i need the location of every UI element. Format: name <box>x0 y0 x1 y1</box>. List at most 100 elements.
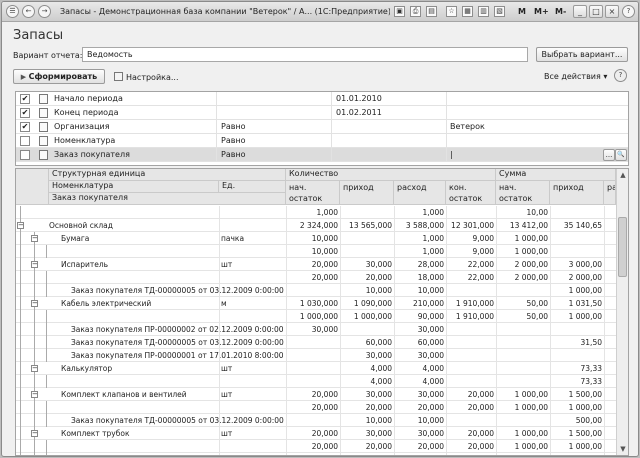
filter-row[interactable]: Заказ покупателя Равно |... 🔍 <box>16 148 628 162</box>
filter-value-2[interactable]: | <box>450 150 453 159</box>
collapse-icon[interactable]: − <box>17 222 24 229</box>
scroll-down-icon[interactable]: ▼ <box>618 444 628 454</box>
minimize-button[interactable]: _ <box>573 5 587 18</box>
select-variant-button[interactable]: Выбрать вариант... <box>536 47 628 62</box>
table-row[interactable]: − Комплект клапанов и вентилей шт 20,000 30,… <box>16 388 616 401</box>
row-value <box>550 232 604 243</box>
table-row[interactable]: 4,000 4,000 73,33 <box>16 375 616 388</box>
help-icon[interactable]: ? <box>614 69 627 82</box>
row-value: 20,000 <box>365 442 392 451</box>
calculator-icon[interactable]: ▦ <box>462 6 473 17</box>
table-row[interactable]: 1 000,000 1 000,000 90,000 1 910,000 50,00 1 … <box>16 310 616 323</box>
row-name: Кабель электрический <box>61 299 152 308</box>
filter-comparison[interactable]: Равно <box>221 136 246 145</box>
row-name: Заказ покупателя ТД-00000005 от 03.12.20… <box>71 338 284 347</box>
row-value: 10,00 <box>526 208 548 217</box>
filter-value[interactable]: 01.01.2010 <box>336 94 382 103</box>
maximize-button[interactable]: □ <box>589 5 603 18</box>
settings-button[interactable]: Настройка... <box>114 72 179 82</box>
favorites-star-icon[interactable]: ☆ <box>446 6 457 17</box>
row-value: 1 000,00 <box>514 390 548 399</box>
close-button[interactable]: × <box>605 5 619 18</box>
row-name: Заказ покупателя ПР-00000002 от 02.12.20… <box>71 325 284 334</box>
filter-comparison[interactable]: Равно <box>221 122 246 131</box>
collapse-icon[interactable]: − <box>31 430 38 437</box>
filter-comparison[interactable]: Равно <box>221 150 246 159</box>
table-row[interactable]: − Испаритель шт 20,000 30,000 28,000 22,000 2 0… <box>16 258 616 271</box>
filter-row[interactable]: Номенклатура Равно <box>16 134 628 148</box>
row-value: 22,000 <box>467 273 494 282</box>
m-minus-button[interactable]: M- <box>555 7 566 16</box>
all-actions-menu[interactable]: Все действия ▾ <box>544 72 607 81</box>
row-name: Бумага <box>61 234 90 243</box>
vertical-scrollbar[interactable]: ▲ ▼ <box>616 169 628 455</box>
filter-row[interactable]: ✔ Начало периода 01.01.2010 <box>16 92 628 106</box>
header-structure: Структурная единица <box>49 169 286 181</box>
calendar-icon[interactable]: ▥ <box>478 6 489 17</box>
row-value: 30,000 <box>365 429 392 438</box>
filter-field-icon <box>39 108 48 118</box>
row-value <box>496 375 550 386</box>
filter-row[interactable]: ✔ Конец периода 01.02.2011 <box>16 106 628 120</box>
table-row[interactable]: 1,000 1,000 10,00 <box>16 206 616 219</box>
collapse-icon[interactable]: − <box>31 391 38 398</box>
table-row[interactable]: − Калькулятор шт 4,000 4,000 73,33 <box>16 362 616 375</box>
row-value: 3 000,00 <box>568 260 602 269</box>
collapse-icon[interactable]: − <box>31 300 38 307</box>
table-row[interactable]: Заказ покупателя ПР-00000001 от 17.01.20… <box>16 349 616 362</box>
table-row[interactable]: 10,000 1,000 9,000 1 000,00 <box>16 245 616 258</box>
table-row[interactable]: − Комплект трубок шт 20,000 30,000 30,000 20,0… <box>16 427 616 440</box>
table-row[interactable]: Заказ покупателя ТД-00000005 от 03.12.20… <box>16 284 616 297</box>
row-unit <box>221 310 284 321</box>
collapse-icon[interactable]: − <box>31 235 38 242</box>
collapse-icon[interactable]: − <box>31 365 38 372</box>
filter-checkbox[interactable]: ✔ <box>20 108 30 118</box>
print-preview-icon[interactable]: ▤ <box>426 6 437 17</box>
row-name <box>49 440 219 451</box>
help-question-icon[interactable]: ? <box>622 5 635 18</box>
notes-icon[interactable]: ▧ <box>494 6 505 17</box>
row-value <box>604 388 616 399</box>
header-quantity: Количество <box>286 169 496 181</box>
table-row[interactable]: Заказ покупателя ТД-00000005 от 03.12.20… <box>16 414 616 427</box>
collapse-icon[interactable]: − <box>31 261 38 268</box>
filter-field-icon <box>39 94 48 104</box>
variant-field[interactable]: Ведомость <box>82 47 528 62</box>
save-icon[interactable]: ▣ <box>394 6 405 17</box>
row-value: 1 031,50 <box>568 299 602 308</box>
filter-checkbox[interactable] <box>20 150 30 160</box>
row-unit: шт <box>221 429 233 438</box>
row-value <box>340 245 394 256</box>
table-row[interactable]: 20,000 20,000 20,000 20,000 1 000,00 1 000,00 <box>16 401 616 414</box>
search-icon[interactable]: 🔍 <box>615 149 627 161</box>
row-name: Калькулятор <box>61 364 113 373</box>
table-row[interactable]: 20,000 20,000 18,000 22,000 2 000,00 2 000,00 <box>16 271 616 284</box>
print-icon[interactable]: ⎙ <box>410 6 421 17</box>
table-row[interactable]: Заказ покупателя ТД-00000005 от 03.12.20… <box>16 453 616 455</box>
row-value: 10,000 <box>365 286 392 295</box>
filter-checkbox[interactable]: ✔ <box>20 122 30 132</box>
choose-button[interactable]: ... <box>603 149 615 161</box>
table-row[interactable]: Заказ покупателя ПР-00000002 от 02.12.20… <box>16 323 616 336</box>
m-plus-button[interactable]: M+ <box>534 7 549 16</box>
filter-value-2[interactable]: Ветерок <box>450 122 485 131</box>
table-row[interactable]: Заказ покупателя ТД-00000005 от 03.12.20… <box>16 336 616 349</box>
row-value: 20,000 <box>311 429 338 438</box>
filter-checkbox[interactable] <box>20 136 30 146</box>
scroll-up-icon[interactable]: ▲ <box>618 170 628 180</box>
app-menu-icon[interactable]: ☰ <box>6 5 19 18</box>
forward-icon[interactable]: → <box>38 5 51 18</box>
row-value: 20,000 <box>311 260 338 269</box>
table-row[interactable]: − Бумага пачка 10,000 1,000 9,000 1 000,00 <box>16 232 616 245</box>
back-icon[interactable]: ← <box>22 5 35 18</box>
scroll-thumb[interactable] <box>618 217 627 277</box>
filter-row[interactable]: ✔ Организация Равно Ветерок <box>16 120 628 134</box>
table-row[interactable]: − Основной склад 2 324,000 13 565,000 3 588,… <box>16 219 616 232</box>
row-value <box>604 362 616 373</box>
filter-checkbox[interactable]: ✔ <box>20 94 30 104</box>
table-row[interactable]: − Кабель электрический м 1 030,000 1 090,000… <box>16 297 616 310</box>
table-row[interactable]: 20,000 20,000 20,000 20,000 1 000,00 1 000,00 <box>16 440 616 453</box>
filter-value[interactable]: 01.02.2011 <box>336 108 382 117</box>
generate-button[interactable]: ▶ Сформировать <box>13 69 105 84</box>
m-memory-button[interactable]: M <box>518 7 526 16</box>
